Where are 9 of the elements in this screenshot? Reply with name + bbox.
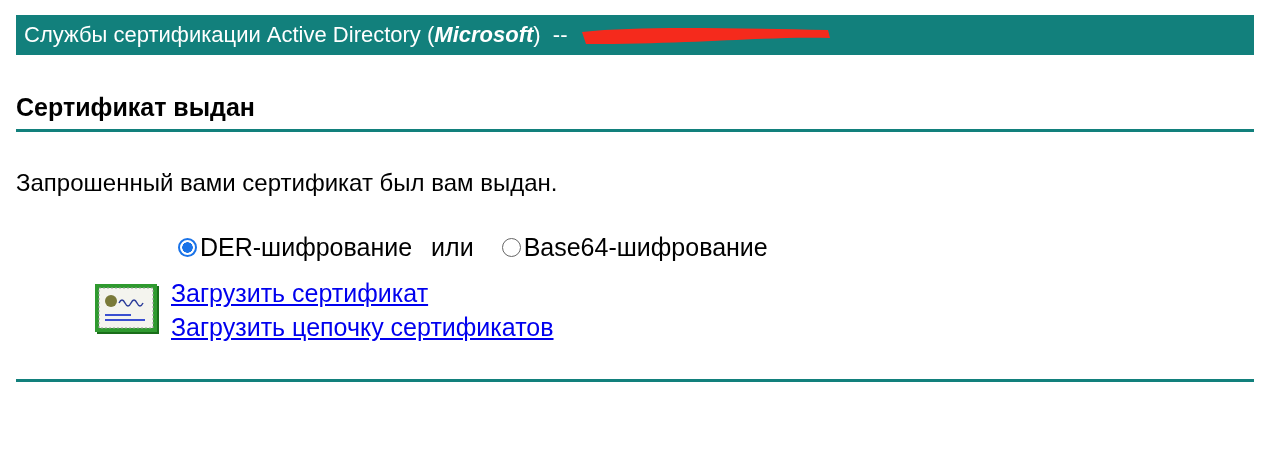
encoding-radio[interactable]: DER-шифрование	[178, 233, 413, 262]
download-link[interactable]: Загрузить сертификат	[171, 276, 554, 310]
certificate-icon	[95, 284, 161, 336]
download-link[interactable]: Загрузить цепочку сертификатов	[171, 310, 554, 344]
separator-text: или	[431, 233, 474, 262]
status-message: Запрошенный вами сертификат был вам выдан.	[16, 168, 559, 198]
section-heading: Сертификат выдан	[16, 92, 256, 123]
encoding-radio[interactable]: Base64-шифрование	[501, 233, 768, 262]
page-title: Службы сертификации Active Directory (Microsoft) --	[24, 22, 568, 48]
